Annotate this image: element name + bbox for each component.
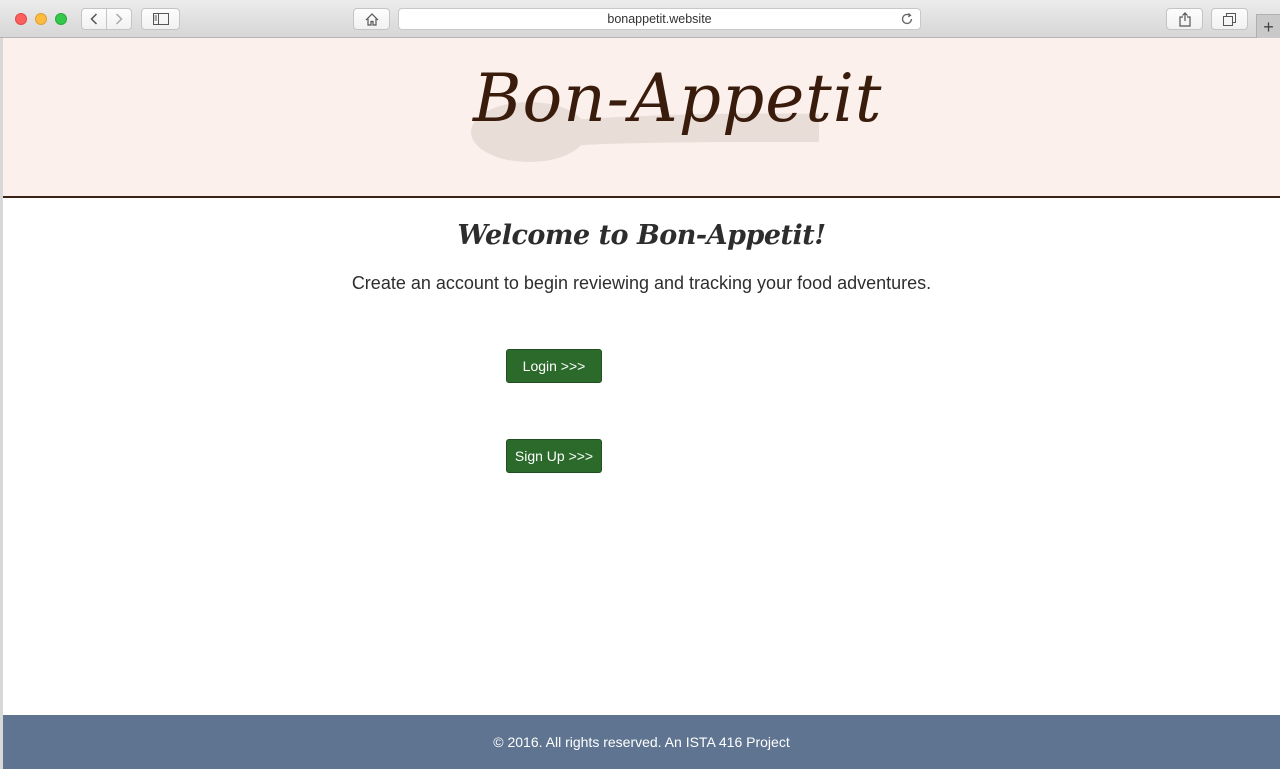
login-button[interactable]: Login >>> (506, 349, 602, 383)
tabs-icon (1223, 12, 1236, 26)
home-button[interactable] (353, 8, 390, 30)
chevron-left-icon (90, 13, 98, 25)
signup-button[interactable]: Sign Up >>> (506, 439, 602, 473)
chevron-right-icon (115, 13, 123, 25)
share-icon (1178, 11, 1191, 27)
new-tab-button[interactable]: + (1256, 14, 1280, 38)
page-content: Bon-Appetit Welcome to Bon-Appetit! Crea… (3, 38, 1280, 769)
home-icon (365, 12, 378, 26)
welcome-subtitle: Create an account to begin reviewing and… (351, 273, 932, 293)
sidebar-toggle-button[interactable] (141, 8, 180, 30)
logo-text: Bon-Appetit (473, 60, 883, 137)
close-window-button[interactable] (15, 13, 27, 25)
welcome-heading: Welcome to Bon-Appetit! (457, 220, 826, 251)
site-footer: © 2016. All rights reserved. An ISTA 416… (3, 715, 1280, 769)
plus-icon: + (1263, 16, 1274, 37)
reload-icon[interactable] (900, 12, 914, 26)
browser-toolbar: bonappetit.website + (0, 0, 1280, 38)
site-logo[interactable]: Bon-Appetit (471, 50, 881, 180)
share-button[interactable] (1166, 8, 1203, 30)
show-tabs-button[interactable] (1211, 8, 1248, 30)
forward-button[interactable] (106, 8, 132, 30)
address-bar[interactable]: bonappetit.website (398, 8, 921, 30)
zoom-window-button[interactable] (55, 13, 67, 25)
minimize-window-button[interactable] (35, 13, 47, 25)
footer-copyright: © 2016. All rights reserved. An ISTA 416… (493, 734, 790, 750)
sidebar-icon (152, 13, 169, 25)
site-header: Bon-Appetit (3, 38, 1280, 198)
url-text: bonappetit.website (607, 12, 712, 26)
back-button[interactable] (81, 8, 107, 30)
